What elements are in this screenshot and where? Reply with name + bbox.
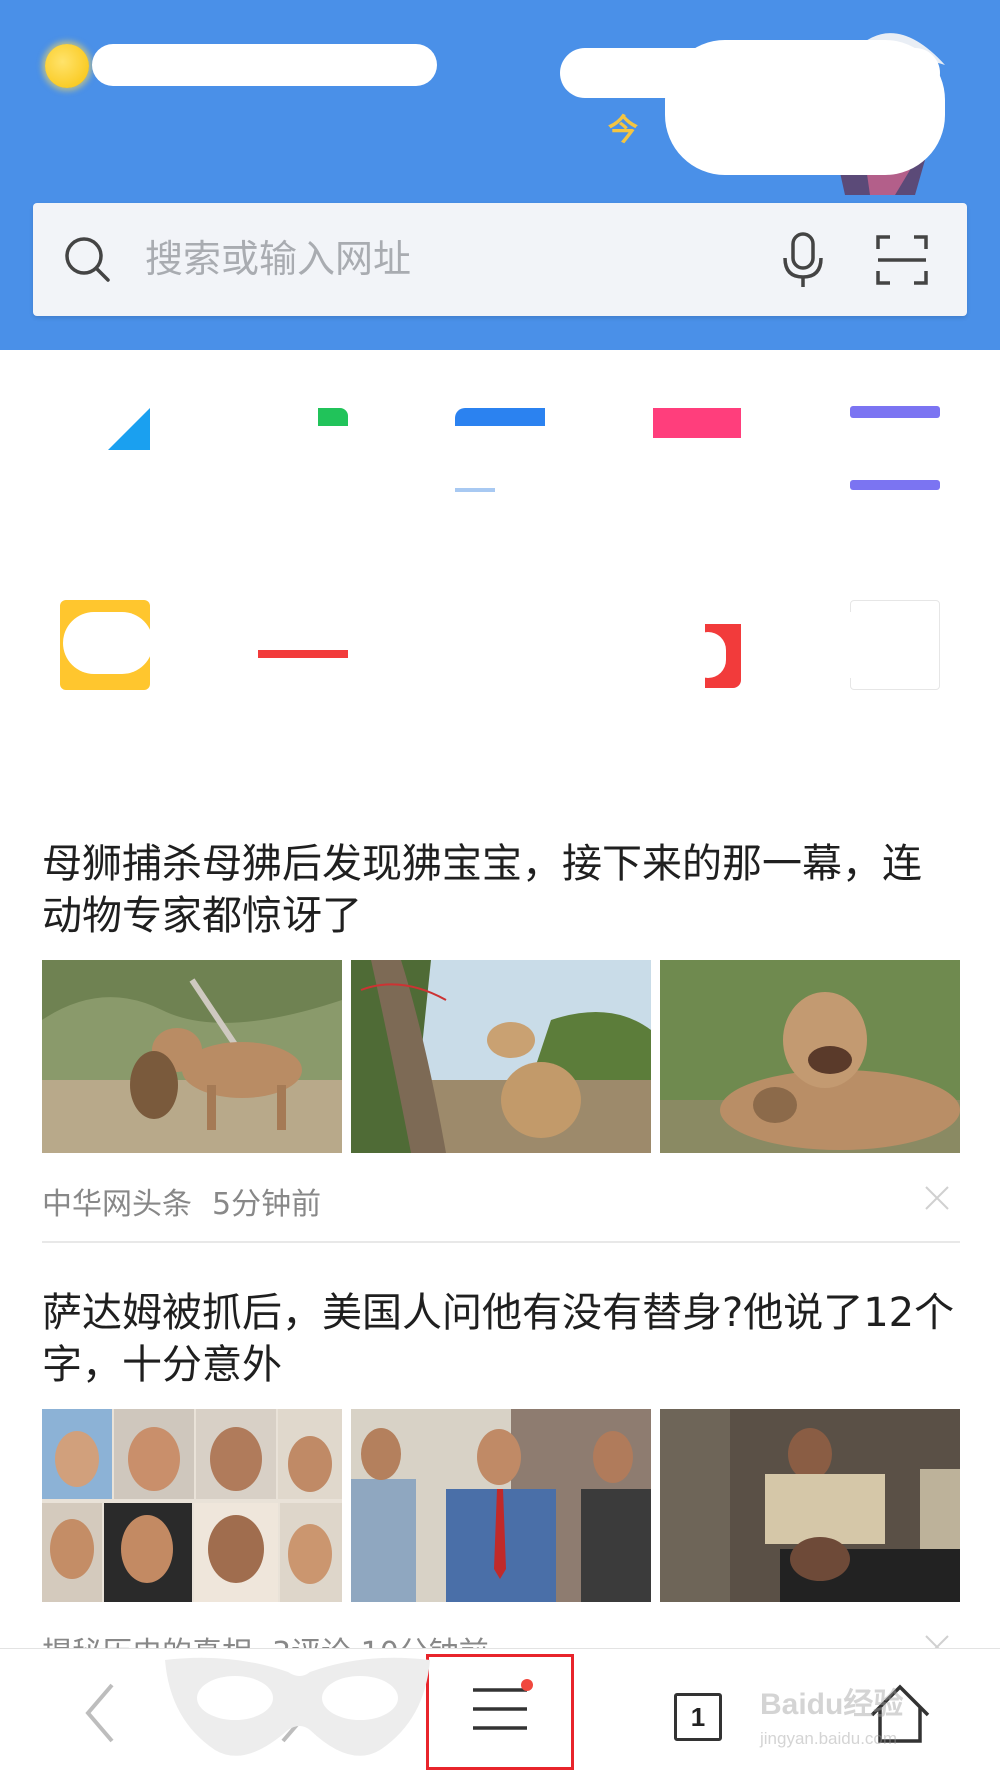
shortcut-grid [0,350,1000,780]
tab-count: 1 [674,1693,722,1741]
news-image-portrait-collage[interactable] [42,1409,342,1602]
shortcut-icon-3-base [455,488,495,492]
news-thumbnails[interactable] [42,960,960,1153]
shortcut-icon-2[interactable] [318,408,348,426]
divider [42,1241,960,1243]
shortcut-icon-5-base [850,480,940,490]
news-image-lioness-carrying[interactable] [42,960,342,1153]
shortcut-icon-9-redaction [845,612,905,678]
news-title[interactable]: 母狮捕杀母狒后发现狒宝宝，接下来的那一幕，连动物专家都惊讶了 [42,838,960,942]
banner-text: 今 [608,113,638,148]
news-meta: 中华网头条 5分钟前 [42,1179,960,1222]
watermark-url: jingyan.baidu.com [760,1729,898,1748]
back-button[interactable] [60,1649,140,1778]
shortcut-icon-7[interactable] [258,650,348,658]
weather-info-redacted[interactable] [92,44,437,86]
scan-icon[interactable] [876,235,928,285]
shortcut-icon-1[interactable] [108,408,150,450]
header: 今 [0,0,1000,350]
news-time: 5分钟前 [212,1187,322,1222]
menu-button[interactable] [426,1654,574,1770]
hamburger-menu-icon [473,1679,533,1730]
banner-redacted-top[interactable] [560,48,940,98]
search-input[interactable] [145,229,745,289]
news-item[interactable]: 母狮捕杀母狒后发现狒宝宝，接下来的那一幕，连动物专家都惊讶了 中华网头条 5分钟… [42,838,960,1243]
shortcut-icon-4[interactable] [653,408,741,438]
microphone-icon[interactable] [778,231,828,289]
shortcut-icon-3[interactable] [455,408,545,426]
news-image-lioness-with-cub[interactable] [660,960,960,1153]
news-source: 中华网头条 [42,1187,192,1222]
news-thumbnails[interactable] [42,1409,960,1602]
news-image-arrest-scene[interactable] [660,1409,960,1602]
news-title[interactable]: 萨达姆被抓后，美国人问他有没有替身?他说了12个字，十分意外 [42,1287,960,1391]
shortcut-icon-6-redaction [63,612,153,674]
chevron-left-icon [85,1683,114,1743]
weather-sun-icon[interactable] [45,44,89,88]
search-icon [65,237,110,282]
watermark-text: Baidu经验 [760,1688,904,1721]
dismiss-icon[interactable] [924,1185,950,1211]
shortcut-label-1 [52,515,66,537]
news-item[interactable]: 萨达姆被抓后，美国人问他有没有替身?他说了12个字，十分意外 [42,1287,960,1671]
mask-overlay-graphic [165,1657,430,1756]
search-bar[interactable] [33,203,967,316]
shortcut-icon-8-redaction [690,632,726,678]
news-image-men-in-suits[interactable] [351,1409,651,1602]
tabs-button[interactable]: 1 [660,1649,740,1778]
shortcut-icon-5[interactable] [850,406,940,418]
news-image-lioness-sitting[interactable] [351,960,651,1153]
watermark: Baidu经验 jingyan.baidu.com [760,1688,903,1756]
